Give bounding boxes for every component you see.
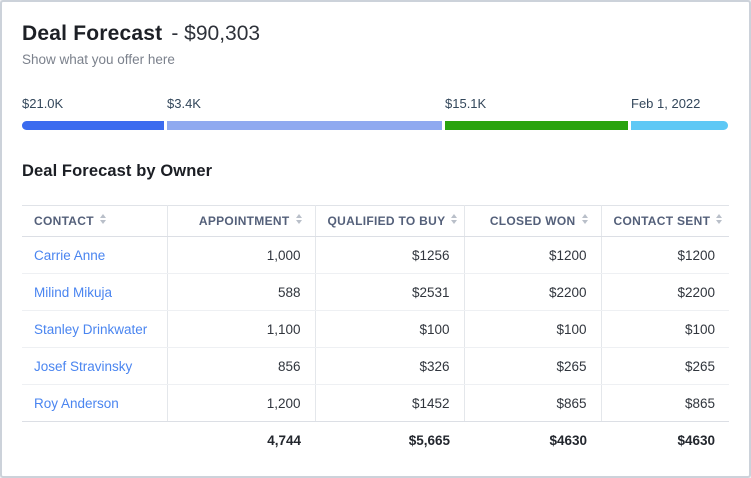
table-row: Milind Mikuja 588 $2531 $2200 $2200 [22, 274, 729, 311]
table-row: Roy Anderson 1,200 $1452 $865 $865 [22, 385, 729, 422]
column-header-closed-won[interactable]: CLOSED WON [464, 206, 601, 237]
progress-segment-3[interactable] [631, 121, 728, 130]
totals-closed-won: $4630 [464, 422, 601, 460]
sort-icon[interactable] [582, 214, 589, 224]
closed-won-cell: $2200 [464, 274, 601, 311]
sort-icon[interactable] [100, 214, 107, 224]
column-header-label: CONTACT SENT [614, 214, 711, 228]
totals-qualified-to-buy: $5,665 [315, 422, 464, 460]
sort-icon[interactable] [451, 214, 458, 224]
appointment-cell: 856 [167, 348, 315, 385]
page-title-text: Deal Forecast [22, 22, 162, 45]
forecast-funnel: $21.0K $3.4K $15.1K Feb 1, 2022 [22, 96, 729, 130]
progress-segment-0[interactable] [22, 121, 164, 130]
progress-label-1: $3.4K [167, 96, 201, 112]
contact-cell: Josef Stravinsky [22, 348, 167, 385]
sort-icon[interactable] [296, 214, 303, 224]
appointment-cell: 1,000 [167, 237, 315, 274]
qualified-to-buy-cell: $326 [315, 348, 464, 385]
contact-sent-cell: $265 [601, 348, 729, 385]
funnel-labels: $21.0K $3.4K $15.1K Feb 1, 2022 [22, 96, 729, 112]
qualified-to-buy-cell: $2531 [315, 274, 464, 311]
table-row: Stanley Drinkwater 1,100 $100 $100 $100 [22, 311, 729, 348]
contact-cell: Carrie Anne [22, 237, 167, 274]
progress-label-2: $15.1K [445, 96, 486, 112]
totals-contact-sent: $4630 [601, 422, 729, 460]
column-header-label: QUALIFIED TO BUY [328, 214, 446, 228]
table-row: Josef Stravinsky 856 $326 $265 $265 [22, 348, 729, 385]
page-subtitle: Show what you offer here [22, 51, 729, 69]
table-header-row: CONTACT APPOINTMENT QUALIFIED TO BUY CLO… [22, 206, 729, 237]
closed-won-cell: $265 [464, 348, 601, 385]
progress-segment-1[interactable] [167, 121, 442, 130]
contact-sent-cell: $2200 [601, 274, 729, 311]
contact-cell: Roy Anderson [22, 385, 167, 422]
appointment-cell: 1,100 [167, 311, 315, 348]
funnel-bar [22, 121, 729, 130]
closed-won-cell: $1200 [464, 237, 601, 274]
page-title: Deal Forecast - $90,303 [22, 20, 729, 47]
contact-sent-cell: $865 [601, 385, 729, 422]
closed-won-cell: $100 [464, 311, 601, 348]
column-header-appointment[interactable]: APPOINTMENT [167, 206, 315, 237]
appointment-cell: 1,200 [167, 385, 315, 422]
sort-icon[interactable] [716, 214, 723, 224]
deal-forecast-card: Deal Forecast - $90,303 Show what you off… [0, 0, 751, 478]
table-title: Deal Forecast by Owner [22, 161, 729, 181]
column-header-label: APPOINTMENT [199, 214, 290, 228]
contact-cell: Stanley Drinkwater [22, 311, 167, 348]
totals-appointment: 4,744 [167, 422, 315, 460]
contact-link[interactable]: Josef Stravinsky [34, 359, 132, 374]
column-header-contact[interactable]: CONTACT [22, 206, 167, 237]
progress-segment-2[interactable] [445, 121, 628, 130]
contact-link[interactable]: Milind Mikuja [34, 285, 112, 300]
contact-link[interactable]: Stanley Drinkwater [34, 322, 147, 337]
column-header-label: CONTACT [34, 214, 94, 228]
totals-row: 4,744 $5,665 $4630 $4630 [22, 422, 729, 460]
page-title-amount: - $90,303 [171, 22, 260, 45]
closed-won-cell: $865 [464, 385, 601, 422]
appointment-cell: 588 [167, 274, 315, 311]
progress-label-0: $21.0K [22, 96, 63, 112]
qualified-to-buy-cell: $1256 [315, 237, 464, 274]
column-header-contact-sent[interactable]: CONTACT SENT [601, 206, 729, 237]
progress-label-3: Feb 1, 2022 [631, 96, 700, 112]
totals-empty-cell [22, 422, 167, 460]
contact-link[interactable]: Roy Anderson [34, 396, 119, 411]
contact-sent-cell: $1200 [601, 237, 729, 274]
deal-forecast-table: CONTACT APPOINTMENT QUALIFIED TO BUY CLO… [22, 205, 729, 460]
qualified-to-buy-cell: $100 [315, 311, 464, 348]
column-header-label: CLOSED WON [490, 214, 576, 228]
qualified-to-buy-cell: $1452 [315, 385, 464, 422]
table-row: Carrie Anne 1,000 $1256 $1200 $1200 [22, 237, 729, 274]
column-header-qualified-to-buy[interactable]: QUALIFIED TO BUY [315, 206, 464, 237]
contact-link[interactable]: Carrie Anne [34, 248, 105, 263]
contact-cell: Milind Mikuja [22, 274, 167, 311]
contact-sent-cell: $100 [601, 311, 729, 348]
